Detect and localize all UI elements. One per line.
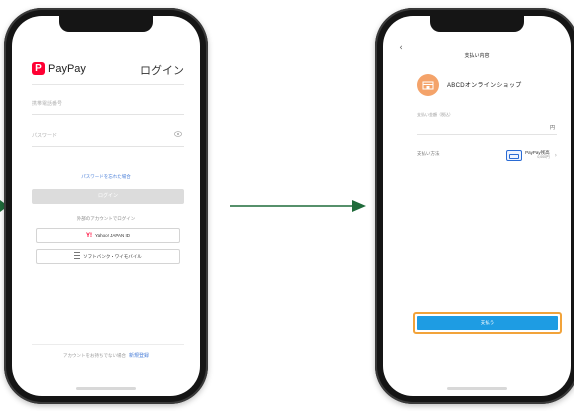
yahoo-login-button[interactable]: Y! Yahoo! JAPAN ID <box>36 228 180 243</box>
phone-payment: ‹ 支払い内容 ABCDオンラインショップ 支払い金額（税込） 円 支払い方法 … <box>375 8 574 404</box>
flow-arrow-icon <box>230 200 366 212</box>
softbank-login-label: ソフトバンク・ワイモバイル <box>83 254 142 259</box>
back-chevron-icon[interactable]: ‹ <box>397 43 405 53</box>
payment-method-balance: 0,000円 <box>537 155 550 159</box>
amount-input[interactable]: 円 <box>417 120 557 135</box>
yahoo-icon: Y! <box>85 233 92 239</box>
login-button[interactable]: ログイン <box>32 189 184 204</box>
wallet-card-icon <box>506 149 523 161</box>
password-placeholder: パスワード <box>32 133 58 139</box>
payment-screen: ‹ 支払い内容 ABCDオンラインショップ 支払い金額（税込） 円 支払い方法 … <box>383 16 571 396</box>
signup-prompt: アカウントをお持ちでない場合 <box>62 353 126 358</box>
page-title: 支払い内容 <box>464 53 490 59</box>
store-icon <box>417 74 439 96</box>
paypay-logo-text: PayPay <box>48 62 86 75</box>
phone-number-field[interactable]: 携帯電話番号 <box>32 100 184 115</box>
phone-number-placeholder: 携帯電話番号 <box>32 101 63 107</box>
eye-icon[interactable] <box>174 131 182 137</box>
signup-footer: アカウントをお持ちでない場合 新規登録 <box>12 352 200 359</box>
phone-login: P PayPay ログイン 携帯電話番号 パスワード パスワードを忘れた場合 ロ… <box>4 8 208 404</box>
softbank-login-button[interactable]: ソフトバンク・ワイモバイル <box>36 249 180 264</box>
login-screen: P PayPay ログイン 携帯電話番号 パスワード パスワードを忘れた場合 ロ… <box>12 16 200 396</box>
payment-header: ‹ 支払い内容 <box>383 42 571 59</box>
paypay-logo-icon: P <box>32 62 45 75</box>
payment-method-value: PayPay残高 0,000円 › <box>506 146 557 164</box>
chevron-right-icon: › <box>554 151 557 159</box>
merchant-row: ABCDオンラインショップ <box>417 74 559 98</box>
amount-label: 支払い金額（税込） <box>417 112 453 117</box>
tutorial-canvas: P PayPay ログイン 携帯電話番号 パスワード パスワードを忘れた場合 ロ… <box>0 0 574 411</box>
payment-method-text: PayPay残高 0,000円 <box>525 150 550 160</box>
phone-notch <box>59 16 153 32</box>
pay-button[interactable]: 支払う <box>417 316 558 330</box>
page-title: ログイン <box>140 65 184 77</box>
footer-divider <box>32 344 184 345</box>
paypay-logo: P PayPay <box>32 62 86 75</box>
signup-link[interactable]: 新規登録 <box>129 353 149 359</box>
home-indicator <box>447 387 507 390</box>
other-login-label: 外部のアカウントでログイン <box>76 216 136 221</box>
yahoo-login-label: Yahoo! JAPAN ID <box>94 233 131 238</box>
login-header: P PayPay ログイン <box>32 60 184 85</box>
payment-method-row[interactable]: 支払い方法 PayPay残高 0,000円 › <box>417 146 557 164</box>
yen-unit: 円 <box>549 125 555 131</box>
home-indicator <box>76 387 136 390</box>
phone-notch <box>430 16 524 32</box>
forgot-password-link[interactable]: パスワードを忘れた場合 <box>12 174 200 180</box>
softbank-icon <box>74 252 81 259</box>
payment-method-label: 支払い方法 <box>417 151 440 156</box>
password-field[interactable]: パスワード <box>32 131 184 147</box>
pay-button-highlight: 支払う <box>413 312 562 334</box>
merchant-name: ABCDオンラインショップ <box>447 83 522 89</box>
